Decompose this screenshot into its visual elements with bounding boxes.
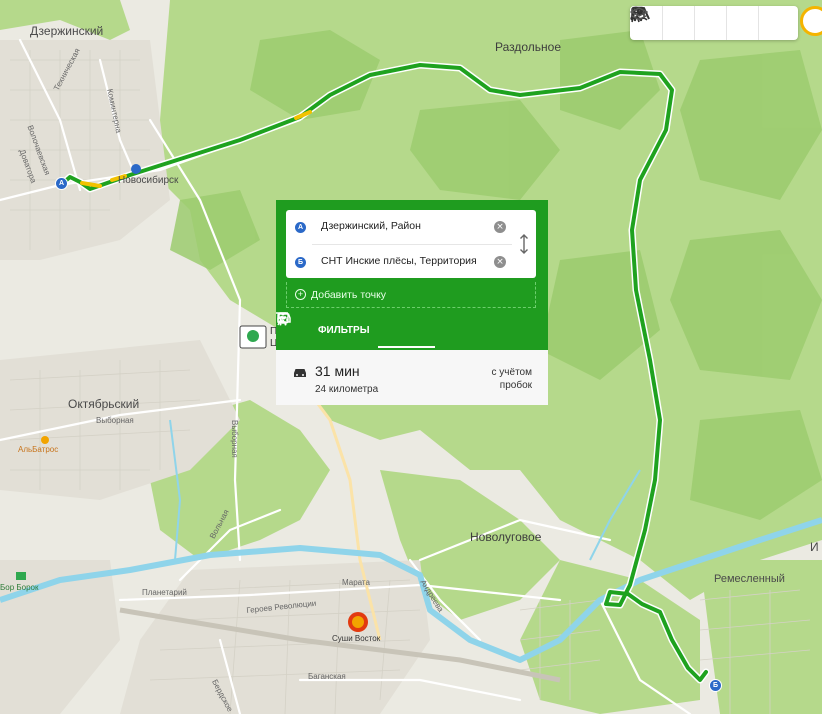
swap-points-icon[interactable] bbox=[519, 234, 533, 254]
route-inputs: А Дзержинский, Район × Б СНТ Инские плёс… bbox=[286, 210, 536, 278]
traffic-note-line: пробок bbox=[499, 380, 532, 391]
town-label-novosibirsk: Новосибирск bbox=[118, 175, 179, 186]
route-end-marker[interactable]: Б bbox=[709, 679, 722, 692]
route-panel-header: А Дзержинский, Район × Б СНТ Инские плёс… bbox=[276, 200, 548, 350]
mode-transit-tab[interactable] bbox=[277, 312, 548, 348]
transit-icon bbox=[277, 312, 289, 326]
town-label-edge: И bbox=[810, 540, 819, 554]
route-duration: 31 мин bbox=[315, 363, 360, 379]
town-label-dzerzhinsky: Дзержинский bbox=[30, 24, 104, 38]
poi-label-ber-borok[interactable]: Бор Борок bbox=[0, 583, 38, 592]
street-label: Выборная bbox=[96, 416, 134, 425]
poi-label-albatros[interactable]: АльБатрос bbox=[18, 445, 58, 454]
user-profile-icon[interactable] bbox=[800, 6, 822, 36]
add-point-label: Добавить точку bbox=[311, 288, 387, 301]
town-label-oktyabrsky: Октябрьский bbox=[68, 397, 140, 411]
route-start-marker[interactable]: А bbox=[55, 177, 68, 190]
to-badge: Б bbox=[295, 257, 306, 268]
street-label: Баганская bbox=[308, 672, 346, 681]
poi-label-sushi[interactable]: Суши Восток bbox=[332, 634, 380, 643]
add-point-icon: + bbox=[295, 289, 306, 300]
traffic-note-line: с учётом bbox=[491, 367, 532, 378]
people-icon[interactable] bbox=[630, 6, 694, 40]
layers-icon[interactable] bbox=[630, 6, 790, 40]
street-label: Выборная bbox=[230, 420, 239, 458]
route-result[interactable]: 31 мин 24 километра с учётом пробок bbox=[276, 350, 548, 405]
town-label-razdolnoe: Раздольное bbox=[495, 40, 562, 54]
route-to-field[interactable]: СНТ Инские плёсы, Территория bbox=[321, 255, 479, 267]
from-badge: А bbox=[295, 222, 306, 233]
bus-icon[interactable] bbox=[631, 6, 758, 40]
traffic-note: с учётом пробок bbox=[462, 366, 532, 392]
add-point-button[interactable]: + Добавить точку bbox=[286, 282, 536, 308]
route-panel: А Дзержинский, Район × Б СНТ Инские плёс… bbox=[276, 200, 548, 405]
town-label-novolugovoe: Новолуговое bbox=[470, 530, 542, 544]
map-layer-toolbar bbox=[630, 6, 798, 40]
route-to-row[interactable]: Б СНТ Инские плёсы, Территория × bbox=[295, 244, 512, 278]
street-label: Планетарий bbox=[142, 588, 187, 597]
route-distance: 24 километра bbox=[315, 384, 379, 395]
clear-to-icon[interactable]: × bbox=[494, 256, 506, 268]
clear-from-icon[interactable]: × bbox=[494, 221, 506, 233]
route-from-field[interactable]: Дзержинский, Район bbox=[321, 220, 486, 232]
metro-icon[interactable] bbox=[630, 6, 726, 40]
mode-walk-tab[interactable] bbox=[277, 312, 492, 348]
filters-label: ФИЛЬТРЫ bbox=[318, 324, 370, 336]
mode-car-tab[interactable] bbox=[277, 312, 435, 348]
route-filters-bar: ФИЛЬТРЫ bbox=[276, 312, 548, 348]
street-label: Марата bbox=[342, 578, 370, 587]
map-canvas[interactable]: Дзержинский Раздольное Октябрьский Новол… bbox=[0, 0, 822, 714]
town-label-remeslenny: Ремесленный bbox=[714, 573, 785, 585]
route-from-row[interactable]: А Дзержинский, Район × bbox=[286, 210, 512, 244]
